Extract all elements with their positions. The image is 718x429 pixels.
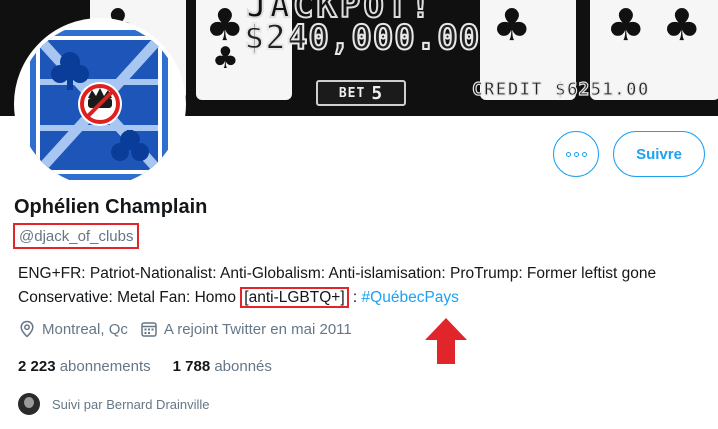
follower-avatar[interactable] xyxy=(18,393,40,415)
club-suit-icon: ♣ xyxy=(662,0,702,51)
follow-button[interactable]: Suivre xyxy=(613,131,705,177)
profile-handle[interactable]: @djack_of_clubs xyxy=(19,228,133,245)
jackpot-amount: $240,000.00 xyxy=(243,17,481,59)
bio-highlight: [anti-LGBTQ+] xyxy=(240,287,349,308)
follow-stats: 2 223 abonnements 1 788 abonnés xyxy=(18,358,294,375)
club-suit-icon: ♣ xyxy=(492,0,532,51)
club-suit-icon: ♣ xyxy=(212,41,239,76)
following-count: 2 223 xyxy=(18,358,56,375)
profile-meta: Montreal, Qc A rejoint Twitter en mai 20… xyxy=(18,320,364,338)
followed-by-text: Suivi par Bernard Drainville xyxy=(52,396,210,412)
red-arrow-annotation-icon xyxy=(425,318,467,364)
following-stat[interactable]: 2 223 abonnements xyxy=(18,358,151,375)
club-suit-icon: ♣ xyxy=(606,0,646,51)
jack-of-clubs-avatar-icon xyxy=(18,22,182,186)
following-label: abonnements xyxy=(59,358,151,375)
profile-avatar[interactable] xyxy=(14,18,186,190)
calendar-icon xyxy=(141,322,157,337)
followers-label: abonnés xyxy=(214,358,272,375)
joined-item: A rejoint Twitter en mai 2011 xyxy=(140,320,352,338)
more-options-button[interactable] xyxy=(553,131,599,177)
more-dots-icon xyxy=(565,151,587,157)
location-text: Montreal, Qc xyxy=(42,320,128,338)
profile-bio: ENG+FR: Patriot-Nationalist: Anti-Global… xyxy=(18,262,704,310)
location-item: Montreal, Qc xyxy=(18,320,128,338)
bio-hashtag-link[interactable]: #QuébecPays xyxy=(362,289,459,306)
handle-highlight-box: @djack_of_clubs xyxy=(13,223,140,249)
location-pin-icon xyxy=(20,320,34,338)
bet-value: 5 xyxy=(371,82,384,104)
profile-name: Ophélien Champlain xyxy=(14,196,208,218)
bio-separator: : xyxy=(348,289,362,306)
bet-label: BET xyxy=(338,85,366,101)
followers-stat[interactable]: 1 788 abonnés xyxy=(173,358,272,375)
bet-display: BET 5 xyxy=(316,80,406,106)
followed-by[interactable]: Suivi par Bernard Drainville xyxy=(18,393,210,415)
joined-text: A rejoint Twitter en mai 2011 xyxy=(163,320,352,338)
followers-count: 1 788 xyxy=(172,358,211,375)
credit-display: CREDIT $6251.00 xyxy=(471,78,650,100)
